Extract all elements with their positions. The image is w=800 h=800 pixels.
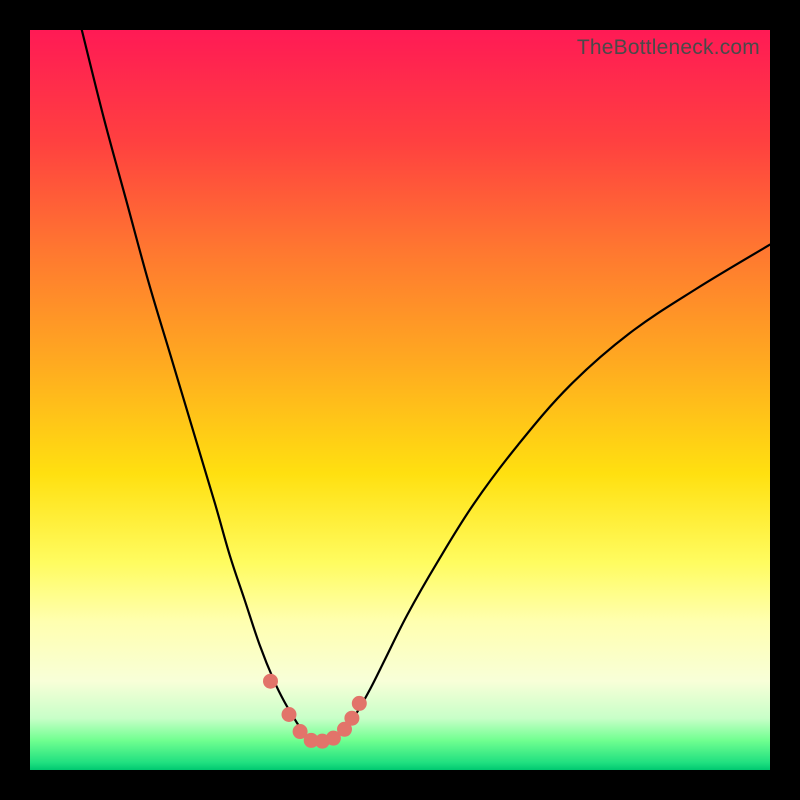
left-branch-path: [82, 30, 317, 742]
data-marker: [282, 708, 296, 722]
right-branch-path: [317, 245, 770, 742]
data-marker: [352, 696, 366, 710]
data-marker: [264, 674, 278, 688]
chart-svg: [30, 30, 770, 770]
markers-group: [264, 674, 367, 748]
chart-frame: TheBottleneck.com: [0, 0, 800, 800]
data-marker: [345, 711, 359, 725]
plot-area: TheBottleneck.com: [30, 30, 770, 770]
